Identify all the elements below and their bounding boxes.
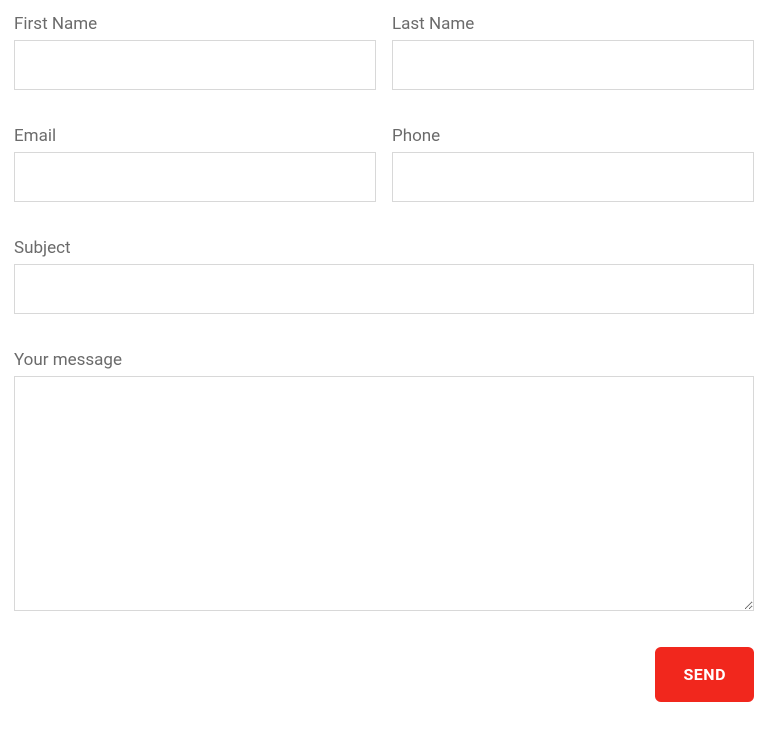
phone-label: Phone bbox=[392, 126, 754, 146]
email-label: Email bbox=[14, 126, 376, 146]
message-group: Your message bbox=[14, 350, 754, 611]
phone-group: Phone bbox=[392, 126, 754, 202]
subject-input[interactable] bbox=[14, 264, 754, 314]
contact-form: First Name Last Name Email Phone Subject… bbox=[14, 14, 754, 702]
last-name-label: Last Name bbox=[392, 14, 754, 34]
last-name-group: Last Name bbox=[392, 14, 754, 90]
message-textarea[interactable] bbox=[14, 376, 754, 611]
email-input[interactable] bbox=[14, 152, 376, 202]
last-name-input[interactable] bbox=[392, 40, 754, 90]
send-button[interactable]: SEND bbox=[655, 647, 754, 702]
email-group: Email bbox=[14, 126, 376, 202]
first-name-label: First Name bbox=[14, 14, 376, 34]
message-label: Your message bbox=[14, 350, 754, 370]
first-name-group: First Name bbox=[14, 14, 376, 90]
subject-label: Subject bbox=[14, 238, 754, 258]
subject-group: Subject bbox=[14, 238, 754, 314]
first-name-input[interactable] bbox=[14, 40, 376, 90]
button-row: SEND bbox=[14, 647, 754, 702]
phone-input[interactable] bbox=[392, 152, 754, 202]
